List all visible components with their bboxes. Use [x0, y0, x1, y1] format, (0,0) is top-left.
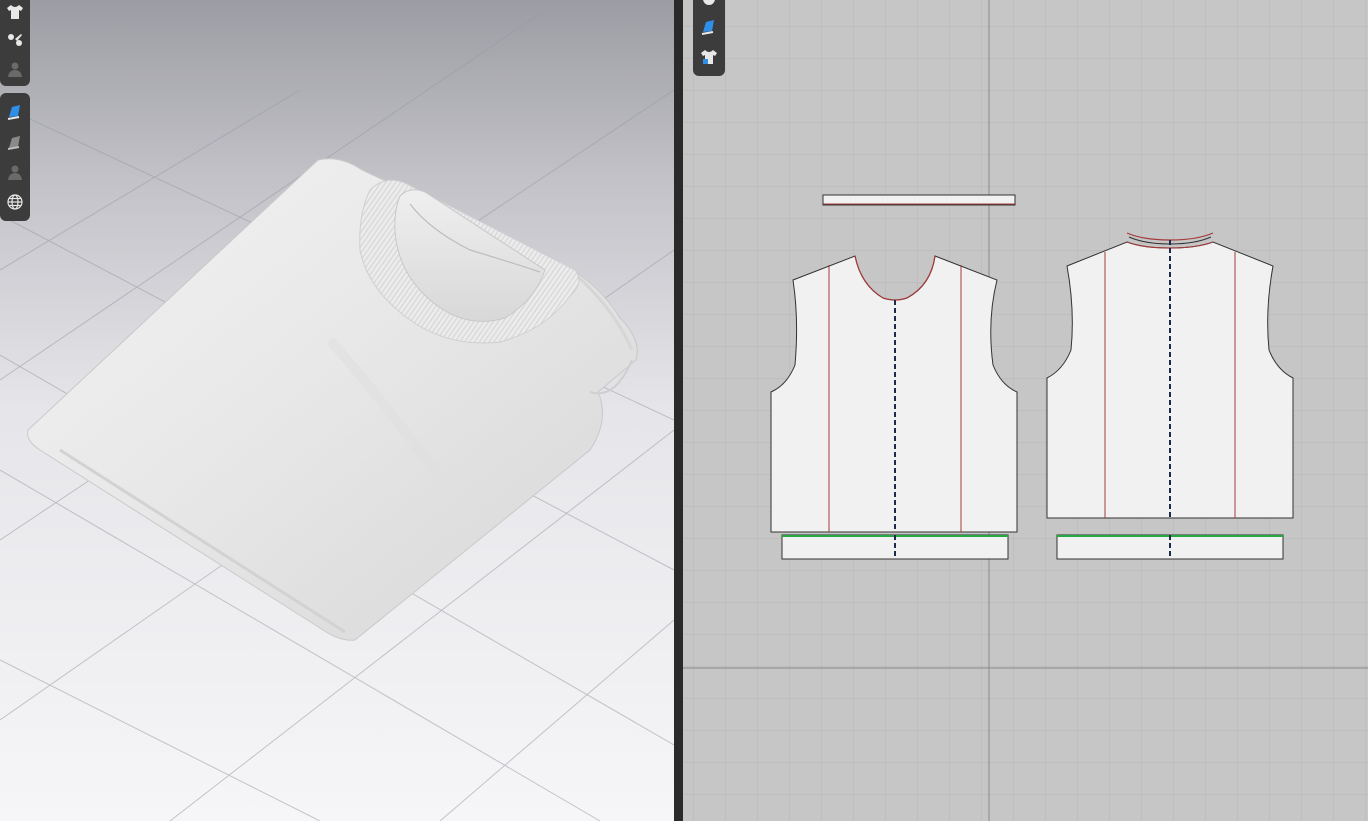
3d-scene[interactable] — [0, 0, 674, 821]
fabric-texture-icon[interactable] — [694, 12, 724, 42]
3d-viewport[interactable] — [0, 0, 674, 821]
render-quality-icon[interactable] — [0, 127, 30, 157]
wireframe-globe-icon[interactable] — [0, 187, 30, 217]
2d-pattern-viewport[interactable] — [683, 0, 1368, 821]
avatar-display-icon[interactable] — [0, 54, 30, 84]
fabric-texture-icon[interactable] — [0, 97, 30, 127]
view-splitter[interactable] — [674, 0, 683, 821]
front-hem-band[interactable] — [781, 534, 1009, 560]
garment-display-icon[interactable] — [0, 0, 30, 24]
3d-toolbar-display — [0, 93, 30, 221]
avatar-silhouette-icon[interactable] — [0, 157, 30, 187]
avatar-props-icon[interactable] — [0, 24, 30, 54]
back-hem-band[interactable] — [1056, 534, 1284, 560]
3d-toolbar-top — [0, 0, 30, 86]
neck-binding-strip[interactable] — [822, 194, 1016, 206]
2d-pattern-canvas[interactable] — [683, 0, 1368, 821]
back-bodice[interactable] — [1046, 232, 1294, 519]
2d-toolbar — [693, 0, 725, 76]
pattern-info-icon[interactable] — [694, 0, 724, 12]
garment-display-icon[interactable] — [694, 42, 724, 72]
